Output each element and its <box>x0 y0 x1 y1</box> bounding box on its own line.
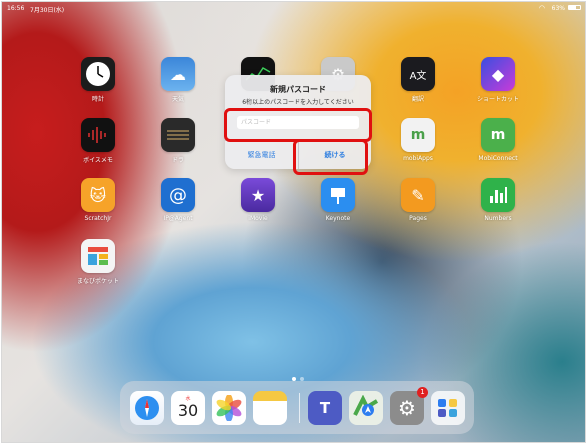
app-ipagent[interactable]: @ IP@Agent <box>148 178 208 222</box>
app-drum[interactable]: ドラ <box>148 118 208 164</box>
drum-icon <box>161 118 195 152</box>
app-label: ボイスメモ <box>83 157 113 164</box>
emergency-call-button[interactable]: 緊急電話 <box>225 141 298 169</box>
app-weather[interactable]: ☁ 天気 <box>148 57 208 103</box>
app-label: ScratchJr <box>84 215 112 222</box>
safari-icon[interactable] <box>130 391 164 425</box>
shortcuts-icon: ◆ <box>481 57 515 91</box>
mobiconnect-icon: m <box>481 118 515 152</box>
battery-percent: 63% <box>551 5 565 12</box>
battery-icon <box>568 5 581 10</box>
notification-badge: 1 <box>417 387 428 398</box>
status-date: 7月30日(水) <box>30 7 65 14</box>
app-label: IP@Agent <box>163 215 193 222</box>
app-label: Numbers <box>484 215 512 222</box>
ipagent-icon: @ <box>161 178 195 212</box>
scratchjr-icon: 🐱 <box>81 178 115 212</box>
app-voice-memo[interactable]: ボイスメモ <box>68 118 128 164</box>
photos-icon[interactable] <box>212 391 246 425</box>
status-bar: 16:56 7月30日(水) ◠ 63% <box>2 2 585 14</box>
notes-icon[interactable] <box>253 391 287 425</box>
translate-icon: A文 <box>401 57 435 91</box>
settings-icon[interactable]: ⚙ 1 <box>390 387 428 425</box>
app-label: iMovie <box>248 215 268 222</box>
ipad-screen: 16:56 7月30日(水) ◠ 63% 時計 ☁ 天気 ⚙ A文 翻訳 ◆ シ… <box>1 1 586 443</box>
app-label: 時計 <box>91 96 104 103</box>
app-label: まなびポケット <box>76 278 119 285</box>
app-mobiconnect[interactable]: m MobiConnect <box>468 118 528 162</box>
numbers-icon <box>481 178 515 212</box>
wifi-icon: ◠ <box>538 4 545 12</box>
app-numbers[interactable]: Numbers <box>468 178 528 222</box>
app-scratchjr[interactable]: 🐱 ScratchJr <box>68 178 128 222</box>
highlight-passcode-field <box>224 108 372 142</box>
calendar-date: 30 <box>177 401 199 420</box>
app-mobiapps[interactable]: m mobiApps <box>388 118 448 162</box>
app-clock[interactable]: 時計 <box>68 57 128 103</box>
app-label: 天気 <box>171 96 184 103</box>
app-label: ドラ <box>171 157 184 164</box>
maps-icon[interactable] <box>349 391 383 425</box>
app-label: MobiConnect <box>478 155 518 162</box>
folder-icon[interactable] <box>431 391 465 425</box>
voice-memo-icon <box>81 118 115 152</box>
app-manabi-pocket[interactable]: まなびポケット <box>68 239 128 285</box>
clock-icon <box>81 57 115 91</box>
app-translate[interactable]: A文 翻訳 <box>388 57 448 103</box>
app-label: Pages <box>409 215 427 222</box>
manabi-pocket-icon <box>81 239 115 273</box>
calendar-icon[interactable]: 水 30 <box>171 391 205 425</box>
pages-icon: ✎ <box>401 178 435 212</box>
imovie-icon: ★ <box>241 178 275 212</box>
app-pages[interactable]: ✎ Pages <box>388 178 448 222</box>
app-imovie[interactable]: ★ iMovie <box>228 178 288 222</box>
app-label: Keynote <box>325 215 351 222</box>
status-time: 16:56 <box>7 5 25 12</box>
app-keynote[interactable]: Keynote <box>308 178 368 222</box>
app-shortcuts[interactable]: ◆ ショートカット <box>468 57 528 103</box>
keynote-icon <box>321 178 355 212</box>
teams-icon[interactable]: T <box>308 391 342 425</box>
app-label: 翻訳 <box>411 96 424 103</box>
mobiapps-icon: m <box>401 118 435 152</box>
highlight-continue-button <box>293 139 368 175</box>
dock: 水 30 T ⚙ 1 <box>120 381 474 434</box>
app-label: mobiApps <box>403 155 433 162</box>
weather-icon: ☁ <box>161 57 195 91</box>
dialog-title: 新規パスコード <box>270 85 326 94</box>
app-label: ショートカット <box>476 96 519 103</box>
dialog-message: 6桁以上のパスコードを入力してください <box>242 99 354 106</box>
dock-divider <box>299 393 300 423</box>
